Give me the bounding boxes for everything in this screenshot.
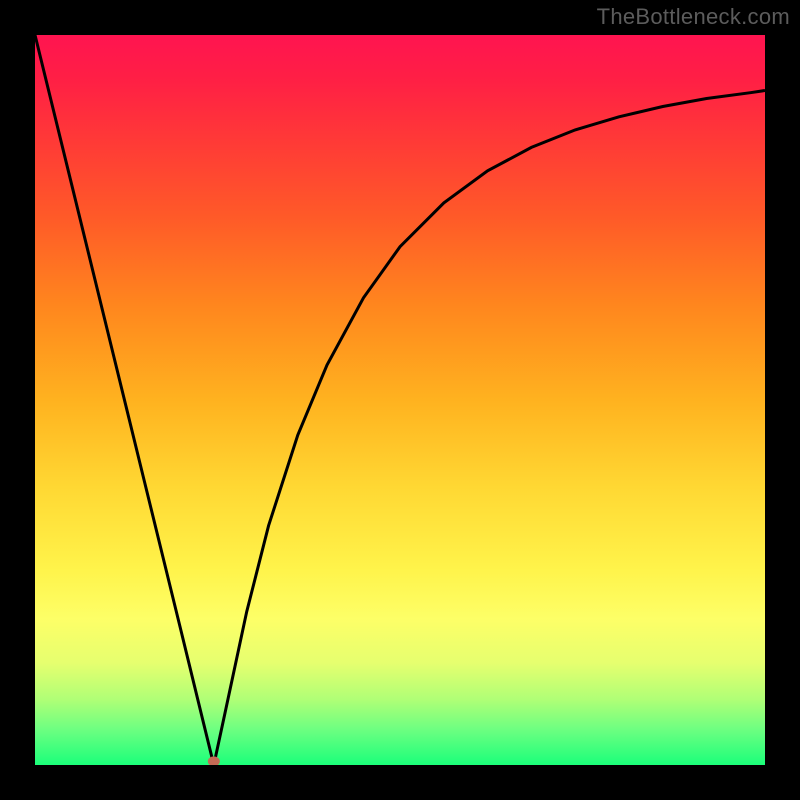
minimum-marker [208, 756, 220, 765]
chart-frame: TheBottleneck.com [0, 0, 800, 800]
curve-layer [35, 35, 765, 765]
attribution-text: TheBottleneck.com [597, 4, 790, 30]
bottleneck-curve [35, 35, 765, 765]
plot-area [35, 35, 765, 765]
